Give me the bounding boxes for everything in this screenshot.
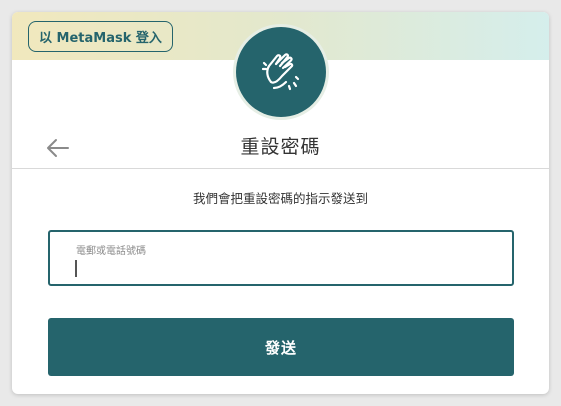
send-button[interactable]: 發送 bbox=[48, 318, 514, 376]
clapping-hands-icon bbox=[261, 53, 300, 91]
contact-field[interactable]: 電郵或電話號碼 bbox=[48, 230, 514, 286]
contact-field-label: 電郵或電話號碼 bbox=[76, 246, 146, 257]
divider bbox=[12, 168, 549, 169]
metamask-login-button[interactable]: 以 MetaMask 登入 bbox=[28, 21, 173, 52]
page-title: 重設密碼 bbox=[240, 136, 321, 158]
text-caret bbox=[75, 260, 77, 277]
instruction-text: 我們會把重設密碼的指示發送到 bbox=[192, 191, 368, 206]
email-or-phone-input[interactable] bbox=[74, 256, 494, 280]
avatar-circle bbox=[236, 27, 326, 117]
avatar bbox=[233, 24, 329, 120]
page: 以 MetaMask 登入 重設密碼 我們會把重設密碼的指示發送到 電郵或電話號… bbox=[0, 0, 561, 406]
reset-password-card: 以 MetaMask 登入 重設密碼 我們會把重設密碼的指示發送到 電郵或電話號… bbox=[12, 12, 549, 394]
